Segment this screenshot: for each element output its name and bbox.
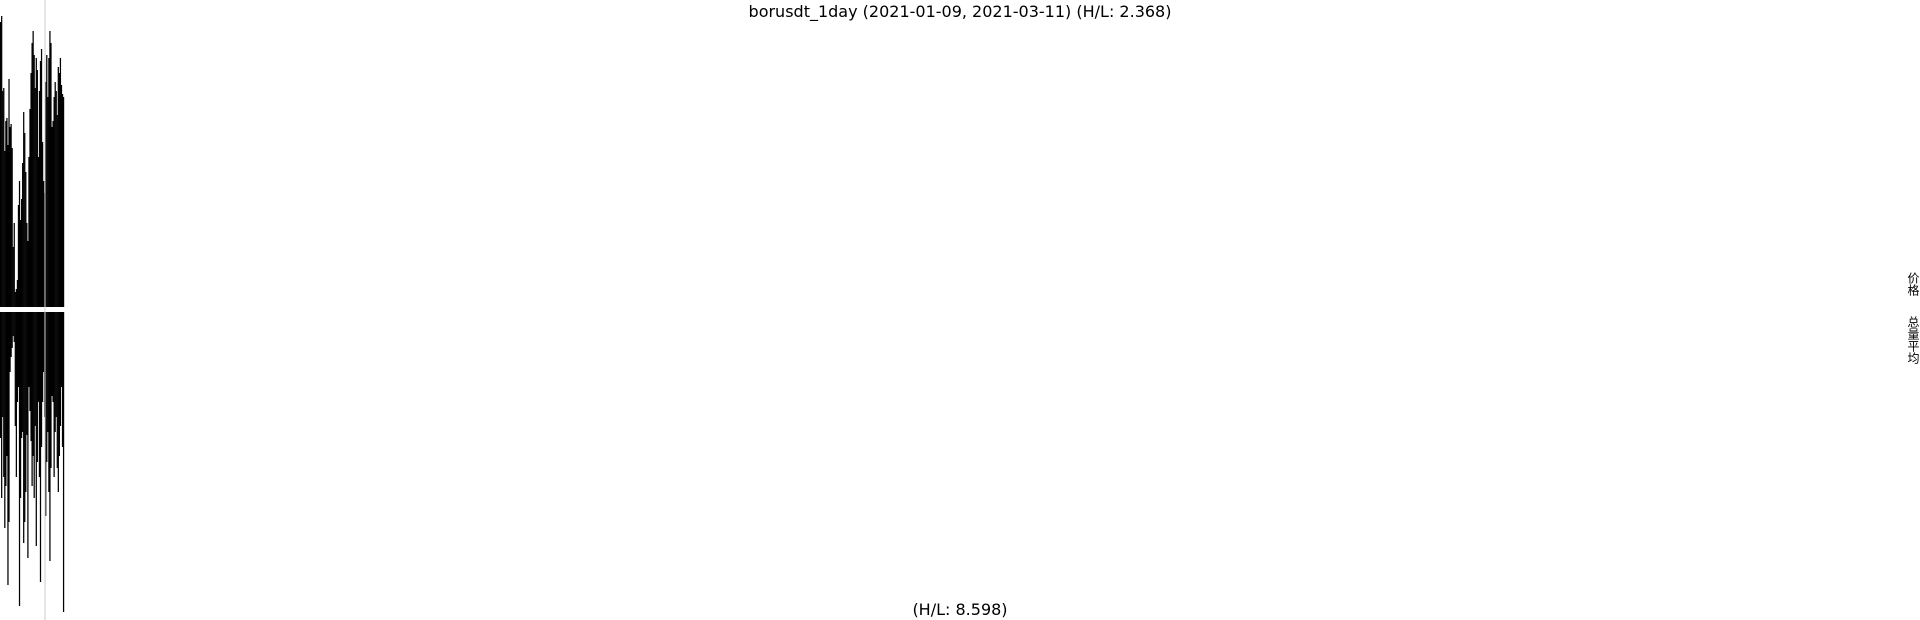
price-panel [0, 16, 65, 307]
volume-subtitle: (H/L: 8.598) [912, 600, 1008, 619]
chart-canvas [0, 0, 65, 620]
price-axis-label: 价格 [1906, 272, 1920, 296]
price-bar [62, 97, 65, 307]
volume-panel [0, 312, 65, 612]
volume-bar [62, 312, 65, 612]
volume-axis-label: 总量平均 [1906, 316, 1920, 364]
